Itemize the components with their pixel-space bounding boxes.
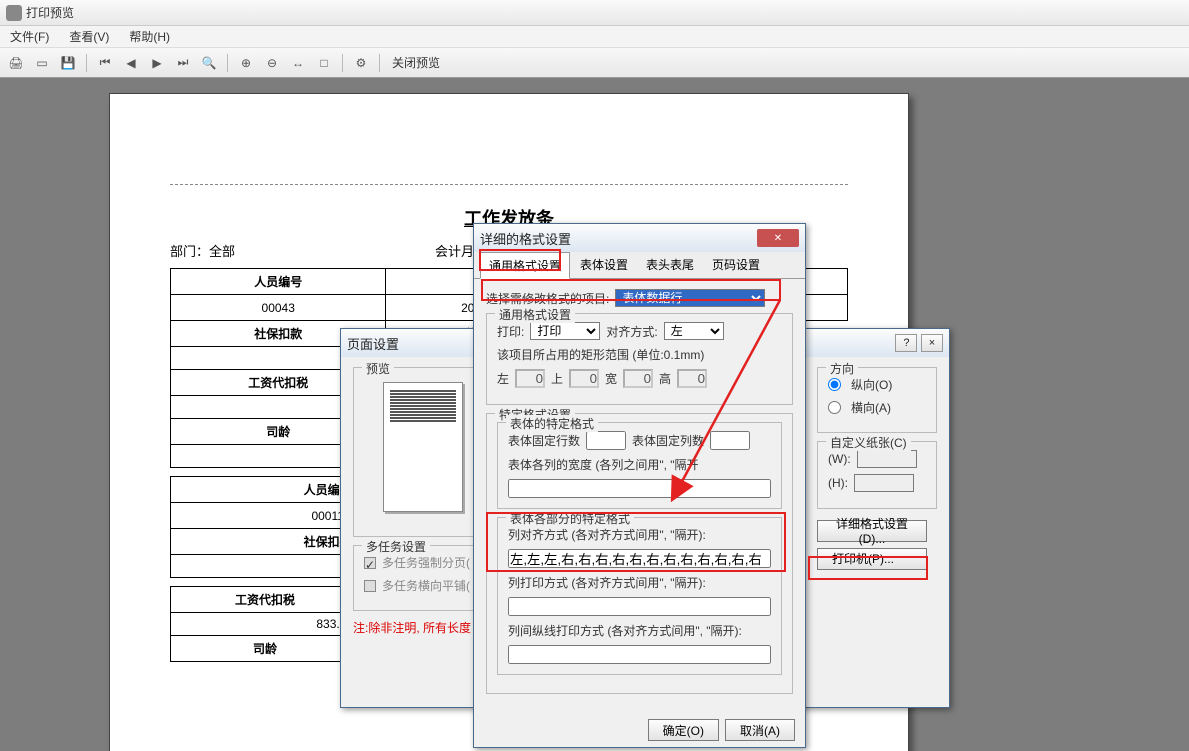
dept-value: 全部 [209,244,235,259]
align-label: 对齐方式: [606,323,657,340]
zoom-page-icon[interactable]: □ [314,53,334,73]
page-separator [170,184,848,185]
portrait-radio[interactable] [828,378,841,391]
paper-width-input [857,450,917,468]
app-icon [6,5,22,21]
close-preview-button[interactable]: 关闭预览 [388,54,444,71]
prev-page-icon[interactable]: ◀ [121,53,141,73]
zoom-width-icon[interactable]: ↔ [288,53,308,73]
fixed-rows-label: 表体固定行数 [508,432,580,449]
top-label: 上 [551,370,563,387]
portrait-label: 纵向(O) [851,376,892,393]
cancel-button[interactable]: 取消(A) [725,719,795,741]
custom-paper-legend: 自定义纸张(C) [826,434,911,451]
menu-file[interactable]: 文件(F) [4,26,55,47]
rect-height [677,369,707,388]
window-titlebar: 打印预览 [0,0,1189,26]
detail-format-button[interactable]: 详细格式设置(D)... [817,520,927,542]
last-page-icon[interactable]: ⏭ [173,53,193,73]
workspace: 工作发放条 部门：全部 会计月份： 人员编号月份姓名基本工 000432015年… [0,78,1189,751]
zoom-out-icon[interactable]: ⊖ [262,53,282,73]
landscape-radio[interactable] [828,401,841,414]
align-select[interactable]: 左 [664,322,724,340]
zoom-in-icon[interactable]: ⊕ [236,53,256,73]
fixed-cols-label: 表体固定列数 [632,432,704,449]
first-page-icon[interactable]: ⏮ [95,53,115,73]
rect-top [569,369,599,388]
toolbar: 🖨 ▭ 💾 ⏮ ◀ ▶ ⏭ 🔍 ⊕ ⊖ ↔ □ ⚙ 关闭预览 [0,48,1189,78]
toolbar-sep-2 [227,54,228,72]
menu-view[interactable]: 查看(V) [63,26,115,47]
preview-legend: 预览 [362,360,394,377]
parts-legend: 表体各部分的特定格式 [506,510,634,527]
tab-headfoot[interactable]: 表头表尾 [638,252,702,278]
multitask-force-label: 多任务强制分页( [382,554,470,571]
orientation-legend: 方向 [826,360,858,377]
left-label: 左 [497,370,509,387]
rect-left [515,369,545,388]
col-print-input[interactable] [508,597,771,616]
tab-general[interactable]: 通用格式设置 [480,252,570,279]
paper-height-input [854,474,914,492]
menubar: 文件(F) 查看(V) 帮助(H) [0,26,1189,48]
ok-button[interactable]: 确定(O) [648,719,719,741]
menu-help[interactable]: 帮助(H) [123,26,176,47]
toolbar-sep-4 [379,54,380,72]
col-vline-input[interactable] [508,645,771,664]
detail-title: 详细的格式设置 [480,229,571,248]
open-icon[interactable]: ▭ [32,53,52,73]
dept-label: 部门： [170,244,209,259]
rect-width [623,369,653,388]
window-title-text: 打印预览 [26,4,74,21]
next-page-icon[interactable]: ▶ [147,53,167,73]
printer-button[interactable]: 打印机(P)... [817,548,927,570]
height-label: (H): [828,476,848,490]
close-button[interactable]: × [921,334,943,352]
page-setup-title: 页面设置 [347,334,399,353]
print-label: 打印: [497,323,524,340]
landscape-label: 横向(A) [851,399,891,416]
print-select[interactable]: 打印 [530,322,600,340]
tab-body[interactable]: 表体设置 [572,252,636,278]
rect-label: 该项目所占用的矩形范围 (单位:0.1mm) [497,346,704,363]
col-align-input[interactable] [508,549,771,568]
multitask-horiz-checkbox[interactable] [364,580,376,592]
close-icon[interactable]: ✕ [757,229,799,247]
body-legend: 表体的特定格式 [506,415,598,432]
save-icon[interactable]: 💾 [58,53,78,73]
help-button[interactable]: ? [895,334,917,352]
fixed-cols-input[interactable] [710,431,750,450]
toolbar-sep-1 [86,54,87,72]
detail-tabs: 通用格式设置 表体设置 表头表尾 页码设置 [474,252,805,279]
col-vline-label: 列间纵线打印方式 (各对齐方式间用", "隔开): [508,622,742,639]
general-legend: 通用格式设置 [495,306,575,323]
col-align-label: 列对齐方式 (各对齐方式间用", "隔开): [508,526,706,543]
col-width-label: 表体各列的宽度 (各列之间用", "隔开 [508,456,699,473]
multitask-legend: 多任务设置 [362,538,430,555]
tab-page-number[interactable]: 页码设置 [704,252,768,278]
toolbar-sep-3 [342,54,343,72]
select-item-dropdown[interactable]: 表体数据行 [615,289,765,307]
search-icon[interactable]: 🔍 [199,53,219,73]
settings-icon[interactable]: ⚙ [351,53,371,73]
note-text: 注:除非注明, 所有长度 [353,619,493,636]
col-width-input[interactable] [508,479,771,498]
width-label: (W): [828,452,851,466]
multitask-horiz-label: 多任务横向平铺( [382,577,470,594]
h-label: 高 [659,370,671,387]
col-print-label: 列打印方式 (各对齐方式间用", "隔开): [508,574,706,591]
detail-format-dialog: 详细的格式设置 ✕ 通用格式设置 表体设置 表头表尾 页码设置 选择需修改格式的… [473,223,806,748]
page-thumbnail [383,382,463,512]
multitask-force-checkbox[interactable]: ✓ [364,557,376,569]
print-icon[interactable]: 🖨 [6,53,26,73]
w-label: 宽 [605,370,617,387]
select-item-label: 选择需修改格式的项目: [486,290,609,307]
fixed-rows-input[interactable] [586,431,626,450]
